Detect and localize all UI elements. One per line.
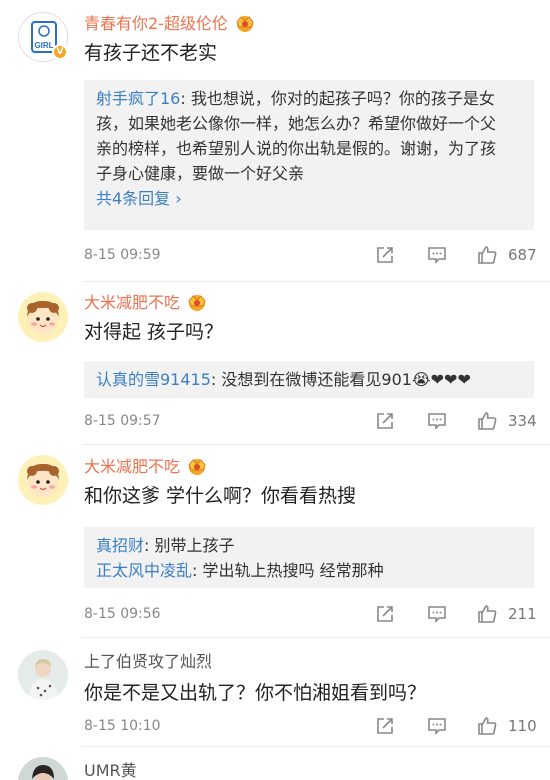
username[interactable]: 上了伯贤攻了灿烈: [84, 652, 212, 672]
comment-item: GIRL V 青春有你2-超级伦伦 有孩子还不老实 射手疯了16: 我也想说，你…: [0, 0, 550, 280]
reply-line: 认真的雪91415: 没想到在微博还能看见901😭❤❤❤: [96, 370, 471, 389]
reply-line: 真招财: 别带上孩子: [96, 536, 235, 555]
cartoon-girl-avatar-icon: [18, 292, 68, 342]
timestamp: 8-15 09:57: [84, 413, 161, 429]
like-icon[interactable]: [476, 244, 498, 266]
share-icon[interactable]: [374, 244, 396, 266]
reply-box[interactable]: 认真的雪91415: 没想到在微博还能看见901😭❤❤❤: [84, 361, 534, 398]
reply-author[interactable]: 真招财: [96, 536, 144, 555]
username[interactable]: 大米减肥不吃: [84, 292, 210, 313]
comment-icon[interactable]: [426, 410, 448, 432]
timestamp: 8-15 09:59: [84, 247, 161, 263]
avatar[interactable]: [18, 757, 68, 780]
like-count: 110: [508, 717, 537, 735]
comment-item: UMR黄: [0, 747, 550, 780]
comment-footer: 8-15 09:57 334: [84, 409, 537, 433]
username[interactable]: 青春有你2-超级伦伦: [84, 13, 258, 34]
comment-item: 大米减肥不吃 对得起 孩子吗？ 认真的雪91415: 没想到在微博还能看见901…: [0, 282, 550, 444]
reply-author[interactable]: 正太风中凌乱: [96, 561, 192, 580]
comment-item: 大米减肥不吃 和你这爹 学什么啊？你看看热搜 真招财: 别带上孩子 正太风中凌乱…: [0, 445, 550, 635]
reply-line: 射手疯了16: 我也想说，你对的起孩子吗？你的孩子是女: [96, 89, 495, 108]
reply-line: 孩，如果她老公像你一样，她怎么办？希望你做好一个父: [96, 114, 497, 133]
username-text: 大米减肥不吃: [84, 457, 181, 476]
more-replies-link[interactable]: 共4条回复 ›: [96, 186, 522, 212]
reply-line: 正太风中凌乱: 学出轨上热搜吗 经常那种: [96, 561, 384, 580]
comment-icon[interactable]: [426, 715, 448, 737]
share-icon[interactable]: [374, 715, 396, 737]
username-text: 青春有你2-超级伦伦: [84, 14, 228, 33]
avatar[interactable]: [18, 292, 68, 342]
avatar[interactable]: [18, 650, 68, 700]
share-icon[interactable]: [374, 603, 396, 625]
vip-crown-icon: [188, 459, 206, 475]
username[interactable]: UMR黄: [84, 761, 137, 780]
reply-line: 亲的榜样，也希望别人说的你出轨是假的。谢谢，为了孩: [96, 139, 497, 158]
like-count: 211: [508, 605, 537, 623]
like-icon[interactable]: [476, 410, 498, 432]
reply-box[interactable]: 真招财: 别带上孩子 正太风中凌乱: 学出轨上热搜吗 经常那种: [84, 527, 534, 588]
like-count: 687: [508, 246, 537, 264]
like-icon[interactable]: [476, 715, 498, 737]
share-icon[interactable]: [374, 410, 396, 432]
comment-footer: 8-15 10:10 110: [84, 714, 537, 738]
comment-text: 有孩子还不老实: [84, 42, 218, 64]
username-text: 大米减肥不吃: [84, 293, 181, 312]
username[interactable]: 大米减肥不吃: [84, 456, 210, 477]
comment-item: 上了伯贤攻了灿烈 你是不是又出轨了？你不怕湘姐看到吗？ 8-15 10:10 1…: [0, 638, 550, 740]
vip-crown-icon: [188, 295, 206, 311]
timestamp: 8-15 10:10: [84, 718, 161, 734]
person-photo-avatar-icon: [18, 650, 68, 700]
person-photo-avatar-icon: [18, 757, 68, 780]
username-text: UMR黄: [84, 761, 137, 780]
verified-badge: V: [52, 44, 68, 60]
comment-text: 和你这爹 学什么啊？你看看热搜: [84, 485, 357, 507]
username-text: 上了伯贤攻了灿烈: [84, 652, 213, 671]
reply-author[interactable]: 射手疯了16: [96, 89, 180, 108]
reply-box[interactable]: 射手疯了16: 我也想说，你对的起孩子吗？你的孩子是女 孩，如果她老公像你一样，…: [84, 80, 534, 230]
vip-crown-icon: [236, 16, 254, 32]
comment-icon[interactable]: [426, 244, 448, 266]
cartoon-girl-avatar-icon: [18, 455, 68, 505]
avatar[interactable]: [18, 455, 68, 505]
comment-footer: 8-15 09:56 211: [84, 602, 537, 626]
comment-text: 对得起 孩子吗？: [84, 321, 224, 343]
comment-icon[interactable]: [426, 603, 448, 625]
reply-author[interactable]: 认真的雪91415: [96, 370, 211, 389]
like-count: 334: [508, 412, 537, 430]
reply-line: 子身心健康，要做一个好父亲: [96, 164, 305, 183]
svg-text:GIRL: GIRL: [34, 41, 53, 50]
timestamp: 8-15 09:56: [84, 606, 161, 622]
like-icon[interactable]: [476, 603, 498, 625]
comment-text: 你是不是又出轨了？你不怕湘姐看到吗？: [84, 682, 427, 704]
comment-footer: 8-15 09:59 687: [84, 243, 537, 267]
